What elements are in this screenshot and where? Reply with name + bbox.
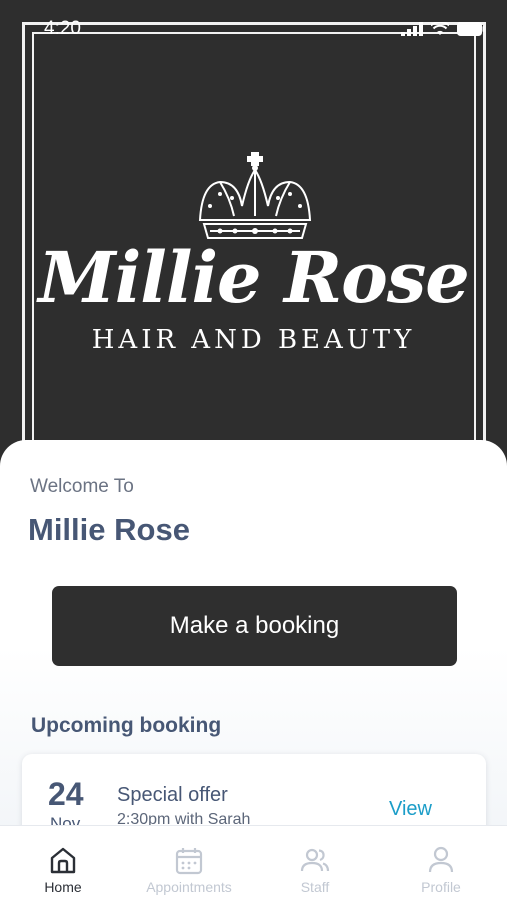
upcoming-booking-heading: Upcoming booking (31, 714, 222, 737)
status-time: 4:20 (44, 18, 81, 39)
crown-logo-icon (198, 152, 312, 239)
view-booking-link[interactable]: View (389, 798, 432, 821)
logo-subtitle: HAIR AND BEAUTY (91, 325, 416, 355)
tab-label: Appointments (146, 879, 232, 895)
users-icon (300, 848, 330, 872)
signal-icon (401, 22, 423, 36)
make-booking-button[interactable]: Make a booking (52, 586, 457, 666)
user-icon (428, 846, 454, 873)
booking-title: Special offer (117, 784, 228, 806)
welcome-label: Welcome To (30, 476, 134, 497)
calendar-icon (175, 848, 203, 875)
tab-staff[interactable]: Staff (252, 826, 378, 900)
tab-appointments[interactable]: Appointments (126, 826, 252, 900)
home-icon (50, 847, 76, 874)
tab-label: Home (44, 879, 82, 895)
tab-profile[interactable]: Profile (378, 826, 504, 900)
wifi-icon (431, 22, 449, 35)
booking-day: 24 (48, 776, 84, 812)
status-bar: 4:20 (0, 18, 507, 46)
tab-label: Staff (300, 879, 330, 895)
bottom-tab-bar: Home Appointments Staff Profile (0, 825, 507, 900)
tab-home[interactable]: Home (0, 826, 126, 900)
business-name: Millie Rose (28, 512, 190, 547)
battery-icon (457, 22, 485, 36)
tab-label: Profile (421, 879, 461, 895)
status-icons (401, 22, 485, 36)
hero-banner: 4:20 Millie Rose HAIR AND BEAUTY (0, 0, 507, 470)
logo-name: Millie Rose (38, 236, 470, 319)
